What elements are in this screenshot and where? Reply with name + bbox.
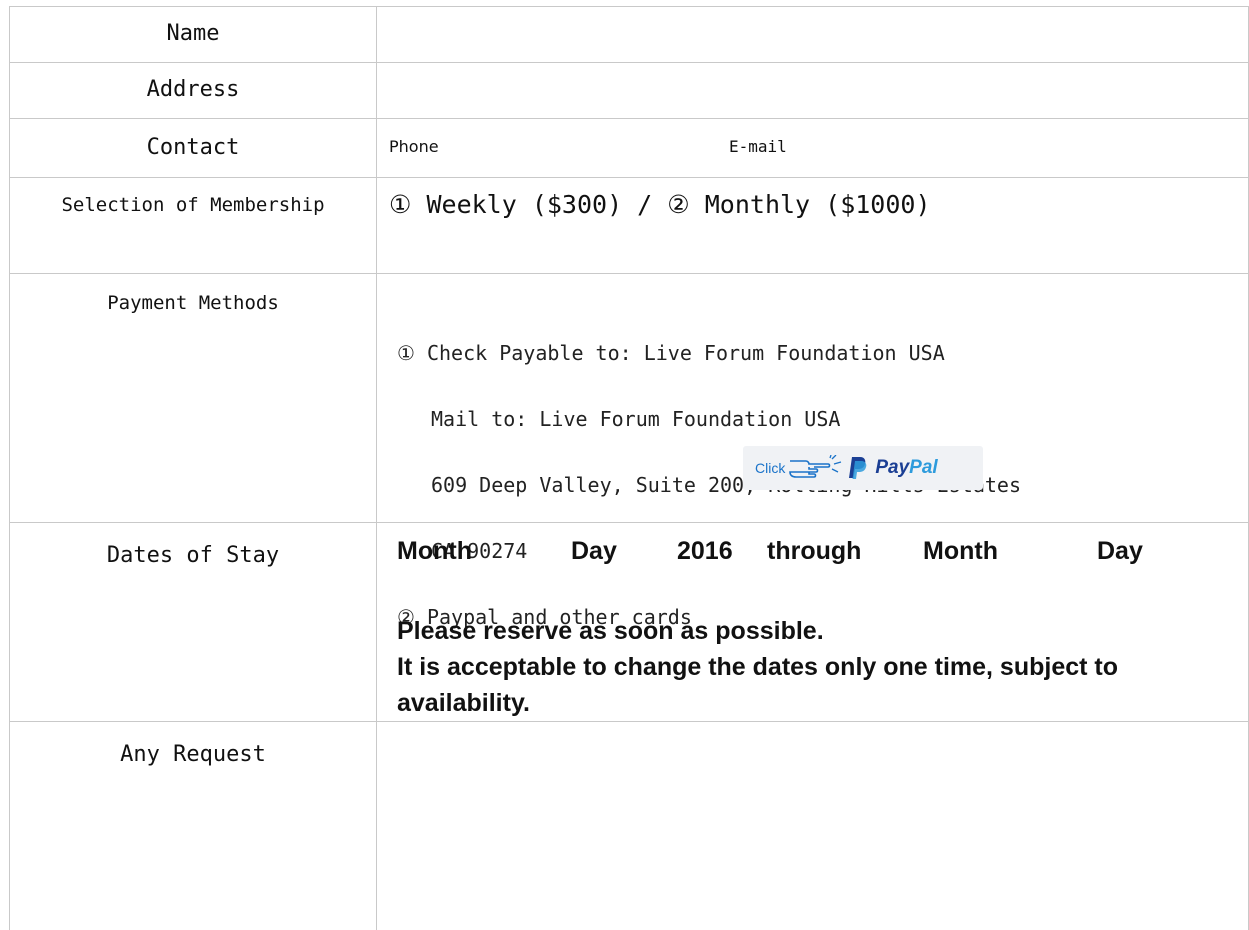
membership-options: ① Weekly ($300) / ② Monthly ($1000) xyxy=(389,190,931,219)
change-note: It is acceptable to change the dates onl… xyxy=(397,649,1249,721)
row-request: Any Request xyxy=(10,722,1249,930)
dates-note: Please reserve as soon as possible. It i… xyxy=(397,613,1249,721)
start-month-label: Month xyxy=(397,537,472,566)
contact-field[interactable]: Phone E-mail xyxy=(377,119,1249,178)
dates-field[interactable]: Month Day 2016 through Month Day Please … xyxy=(377,523,1249,722)
membership-label-cell: Selection of Membership xyxy=(10,178,377,274)
paypal-word-pay: Pay xyxy=(875,457,909,478)
payment-line-mail: Mail to: Live Forum Foundation USA xyxy=(397,408,1021,430)
address-field[interactable] xyxy=(377,63,1249,119)
row-name: Name xyxy=(10,7,1249,63)
payment-line-check: ① Check Payable to: Live Forum Foundatio… xyxy=(397,342,1021,364)
request-label: Any Request xyxy=(10,722,376,767)
contact-label: Contact xyxy=(10,119,376,160)
dates-label-cell: Dates of Stay xyxy=(10,523,377,722)
payment-label: Payment Methods xyxy=(10,274,376,314)
name-label: Name xyxy=(10,7,376,46)
row-membership: Selection of Membership ① Weekly ($300) … xyxy=(10,178,1249,274)
paypal-word-pal: Pal xyxy=(909,457,938,478)
pointing-hand-icon xyxy=(788,455,842,481)
membership-label: Selection of Membership xyxy=(10,178,376,216)
address-label-cell: Address xyxy=(10,63,377,119)
paypal-wordmark: PayPal xyxy=(875,457,937,479)
name-label-cell: Name xyxy=(10,7,377,63)
paypal-click-text: Click xyxy=(755,460,785,476)
reserve-note: Please reserve as soon as possible. xyxy=(397,613,1249,649)
payment-label-cell: Payment Methods xyxy=(10,274,377,523)
through-label: through xyxy=(767,537,861,566)
request-label-cell: Any Request xyxy=(10,722,377,930)
row-payment: Payment Methods ① Check Payable to: Live… xyxy=(10,274,1249,523)
paypal-logo-icon xyxy=(848,456,868,480)
paypal-button[interactable]: Click PayPal xyxy=(743,446,983,490)
row-contact: Contact Phone E-mail xyxy=(10,119,1249,178)
year-label: 2016 xyxy=(677,537,733,566)
phone-label: Phone xyxy=(389,137,439,156)
row-address: Address xyxy=(10,63,1249,119)
name-field[interactable] xyxy=(377,7,1249,63)
membership-form: Name Address Contact Phone E-mail Select… xyxy=(9,6,1249,930)
request-field[interactable] xyxy=(377,722,1249,930)
membership-field[interactable]: ① Weekly ($300) / ② Monthly ($1000) xyxy=(377,178,1249,274)
contact-label-cell: Contact xyxy=(10,119,377,178)
dates-label: Dates of Stay xyxy=(10,523,376,568)
end-month-label: Month xyxy=(923,537,998,566)
end-day-label: Day xyxy=(1097,537,1143,566)
email-label: E-mail xyxy=(729,137,787,156)
address-label: Address xyxy=(10,63,376,102)
row-dates: Dates of Stay Month Day 2016 through Mon… xyxy=(10,523,1249,722)
start-day-label: Day xyxy=(571,537,617,566)
payment-field: ① Check Payable to: Live Forum Foundatio… xyxy=(377,274,1249,523)
